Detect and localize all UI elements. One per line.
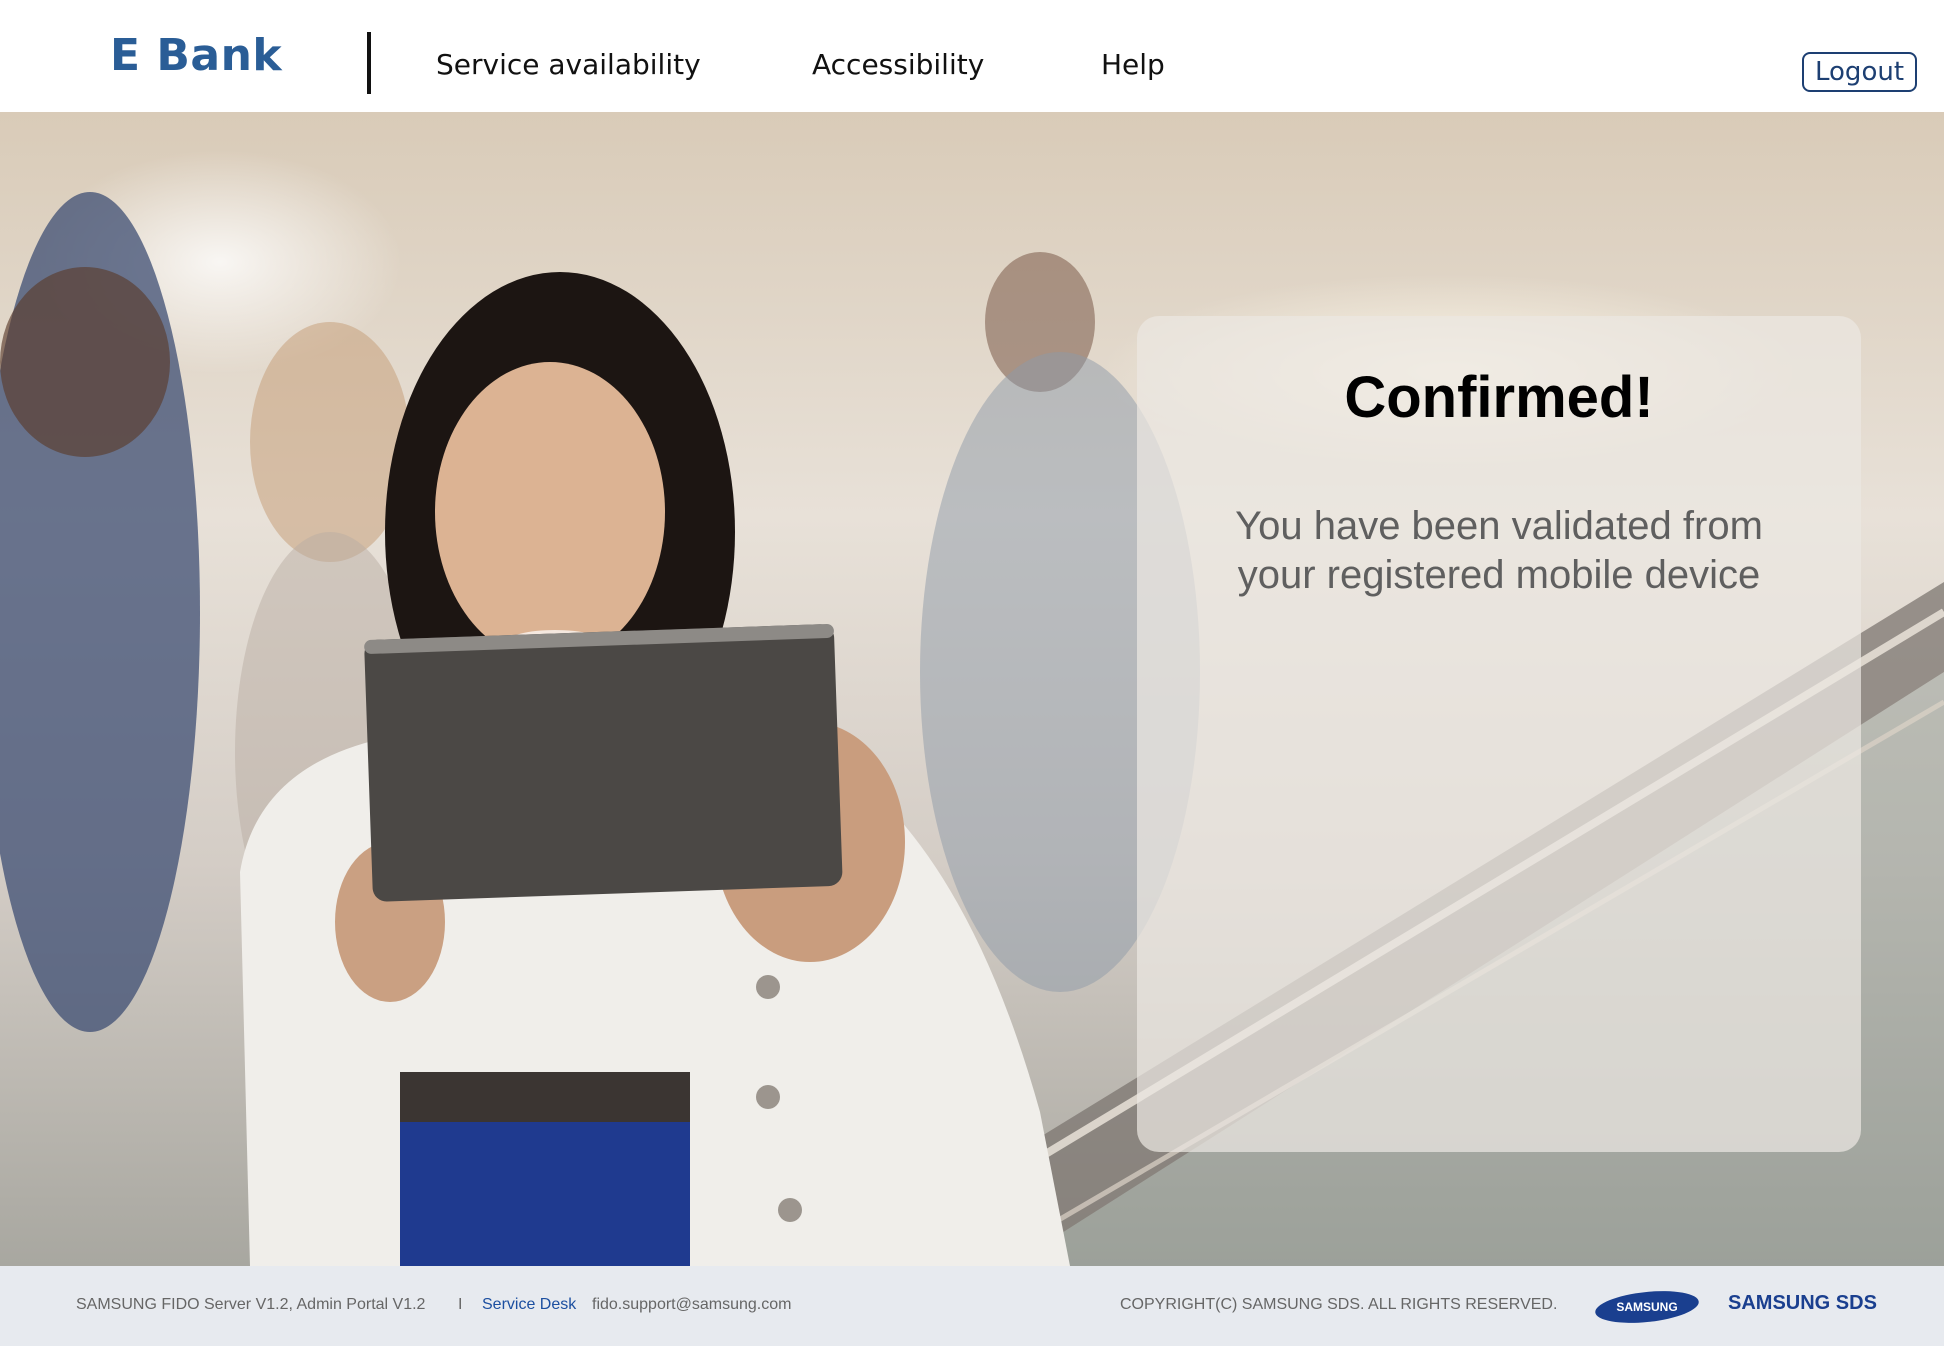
confirmation-message: You have been validated from your regist… <box>1235 504 1763 597</box>
brand-logo[interactable]: E Bank <box>110 30 282 81</box>
svg-text:SAMSUNG: SAMSUNG <box>1616 1300 1677 1314</box>
samsung-sds-logo: SAMSUNG SDS <box>1728 1292 1877 1314</box>
footer-product-version: SAMSUNG FIDO Server V1.2, Admin Portal V… <box>76 1296 426 1313</box>
samsung-logo: SAMSUNG <box>1595 1291 1699 1323</box>
logout-button[interactable]: Logout <box>1802 52 1918 92</box>
confirmation-card: Confirmed! You have been validated from … <box>1137 316 1861 1152</box>
support-email-link[interactable]: fido.support@samsung.com <box>592 1296 791 1314</box>
service-desk-link[interactable]: Service Desk <box>482 1296 576 1314</box>
nav-service-availability[interactable]: Service availability <box>436 48 701 81</box>
footer: SAMSUNG FIDO Server V1.2, Admin Portal V… <box>0 1266 1944 1346</box>
footer-copyright: COPYRIGHT(C) SAMSUNG SDS. ALL RIGHTS RES… <box>1120 1296 1558 1313</box>
nav-accessibility[interactable]: Accessibility <box>812 48 984 81</box>
header-divider <box>367 32 371 94</box>
top-header: E Bank Service availability Accessibilit… <box>0 0 1944 112</box>
hero-photo: Confirmed! You have been validated from … <box>0 112 1944 1266</box>
nav-help[interactable]: Help <box>1101 48 1165 81</box>
footer-separator: I <box>458 1296 463 1313</box>
confirmation-title: Confirmed! <box>1344 365 1654 430</box>
